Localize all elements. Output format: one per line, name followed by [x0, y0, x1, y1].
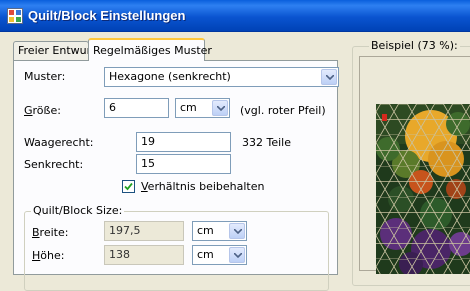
- window-title: Quilt/Block Einstellungen: [28, 8, 186, 23]
- senkrecht-input[interactable]: 15: [136, 154, 231, 174]
- breite-label-accesskey: B: [32, 226, 40, 239]
- hoehe-input[interactable]: 138: [104, 245, 184, 265]
- groesse-input[interactable]: 6: [104, 98, 169, 118]
- chevron-down-icon: [217, 106, 225, 111]
- muster-select[interactable]: Hexagone (senkrecht): [104, 67, 339, 87]
- quilt-preview-image: [376, 104, 470, 274]
- senkrecht-label: Senkrecht:: [24, 158, 84, 171]
- quilt-size-group-title: Quilt/Block Size:: [31, 204, 125, 217]
- dropdown-button[interactable]: [321, 69, 337, 85]
- groesse-label-rest: röße:: [32, 104, 61, 117]
- chevron-down-icon: [234, 229, 242, 234]
- breite-label: Breite:: [32, 226, 68, 239]
- breite-unit-select[interactable]: cm: [192, 221, 247, 241]
- tab-regelmaessiges-muster[interactable]: Regelmäßiges Muster: [88, 38, 212, 61]
- groesse-label-accesskey: G: [24, 104, 33, 117]
- breite-unit-value: cm: [197, 224, 214, 237]
- chevron-down-icon: [234, 253, 242, 258]
- hoehe-label-rest: öhe:: [40, 249, 65, 262]
- groesse-unit-value: cm: [180, 101, 197, 114]
- checkmark-icon: [124, 182, 133, 191]
- verhaeltnis-label-rest: erhältnis beibehalten: [147, 180, 265, 193]
- chevron-down-icon: [326, 75, 334, 80]
- dropdown-button[interactable]: [229, 223, 245, 239]
- quilt-app-icon: [7, 8, 23, 24]
- hexagon-pattern: [376, 104, 470, 274]
- verhaeltnis-label[interactable]: Verhältnis beibehalten: [141, 180, 264, 193]
- waagerecht-label: Waagerecht:: [24, 136, 94, 149]
- muster-selected-value: Hexagone (senkrecht): [109, 70, 231, 83]
- breite-input[interactable]: 197,5: [104, 221, 184, 241]
- waagerecht-input[interactable]: 19: [136, 132, 231, 152]
- groesse-hint: (vgl. roter Pfeil): [240, 104, 326, 117]
- title-bar[interactable]: Quilt/Block Einstellungen: [0, 0, 470, 32]
- settings-dialog: Quilt/Block Einstellungen Freier Entwurf…: [0, 0, 470, 291]
- muster-label: Muster:: [24, 70, 66, 83]
- dropdown-button[interactable]: [212, 100, 228, 116]
- tab-freier-entwurf[interactable]: Freier Entwurf: [13, 41, 95, 60]
- hoehe-unit-select[interactable]: cm: [192, 245, 247, 265]
- verhaeltnis-label-accesskey: V: [141, 180, 148, 193]
- teile-count: 332 Teile: [242, 136, 291, 149]
- groesse-label: Größe:: [24, 104, 61, 117]
- verhaeltnis-checkbox[interactable]: [122, 180, 135, 193]
- hoehe-unit-value: cm: [197, 248, 214, 261]
- groesse-unit-select[interactable]: cm: [175, 98, 230, 118]
- preview-title: Beispiel (73 %):: [369, 39, 460, 52]
- hoehe-label: Höhe:: [32, 249, 64, 262]
- breite-label-rest: reite:: [39, 226, 69, 239]
- dropdown-button[interactable]: [229, 247, 245, 263]
